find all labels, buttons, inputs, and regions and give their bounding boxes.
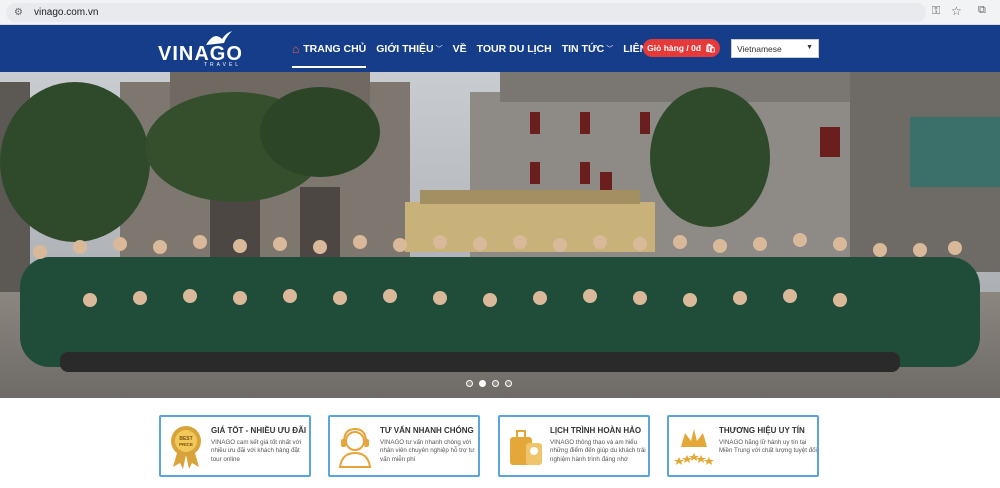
- crown-stars-icon: [674, 429, 714, 465]
- slider-dots: [466, 380, 512, 387]
- slider-dot-active[interactable]: [479, 380, 486, 387]
- features-row: BEST PRICE GIÁ TỐT - NHIỀU ƯU ĐÃI VINAGO…: [159, 415, 819, 477]
- hero-image: [0, 72, 1000, 398]
- feature-desc: VINAGO tư vấn nhanh chóng với nhân viên …: [380, 439, 475, 463]
- chevron-down-icon: ﹀: [606, 45, 614, 53]
- feature-desc: VINAGO cam kết giá tốt nhất với nhiều ưu…: [211, 439, 302, 463]
- feature-best-price: BEST PRICE GIÁ TỐT - NHIỀU ƯU ĐÃI VINAGO…: [159, 415, 311, 477]
- main-nav: ⌂ TRANG CHỦ GIỚI THIỆU ﹀ VỀ TOUR DU LỊCH…: [292, 25, 675, 72]
- home-icon: ⌂: [292, 41, 300, 56]
- hero-banner[interactable]: [0, 72, 1000, 398]
- tune-icon[interactable]: ⚙: [14, 7, 28, 18]
- feature-itinerary: LỊCH TRÌNH HOÀN HẢO VINAGO thông thạo và…: [498, 415, 650, 477]
- star-icon[interactable]: ☆: [951, 4, 962, 18]
- nav-label: TRANG CHỦ: [303, 42, 367, 55]
- cart-button[interactable]: Giỏ hàng / 0đ 🛍: [643, 39, 720, 57]
- nav-item-about[interactable]: GIỚI THIỆU ﹀: [376, 25, 442, 72]
- nav-label: TIN TỨC: [561, 42, 605, 55]
- shopping-bag-icon: 🛍: [705, 42, 716, 53]
- best-price-badge-icon: BEST PRICE: [171, 426, 201, 469]
- nav-item-ve[interactable]: VỀ: [453, 25, 467, 72]
- browser-toolbar: ⚙ vinago.com.vn ⚿ ☆ ⧉: [0, 0, 1000, 25]
- nav-label: GIỚI THIỆU: [376, 42, 434, 55]
- feature-reputation: THƯƠNG HIỆU UY TÍN VINAGO hãng lữ hành u…: [667, 415, 819, 477]
- svg-text:PRICE: PRICE: [179, 442, 193, 447]
- chevron-down-icon: ▼: [806, 44, 813, 51]
- language-select[interactable]: Vietnamese ▼: [731, 39, 819, 58]
- slider-dot[interactable]: [466, 380, 473, 387]
- slider-dot[interactable]: [505, 380, 512, 387]
- nav-item-tours[interactable]: TOUR DU LỊCH: [477, 25, 552, 72]
- feature-title: LỊCH TRÌNH HOÀN HẢO: [550, 426, 642, 435]
- feature-desc: VINAGO hãng lữ hành uy tín tại Miền Trun…: [719, 439, 817, 455]
- language-value: Vietnamese: [737, 43, 782, 54]
- feature-title: THƯƠNG HIỆU UY TÍN: [719, 426, 805, 435]
- luggage-icon: [510, 430, 542, 465]
- nav-item-news[interactable]: TIN TỨC ﹀: [562, 25, 614, 72]
- logo-subtext: TRAVEL: [204, 62, 242, 68]
- slider-dot[interactable]: [492, 380, 499, 387]
- nav-label: TOUR DU LỊCH: [476, 42, 552, 55]
- site-header: VINAGO TRAVEL ⌂ TRANG CHỦ GIỚI THIỆU ﹀ V…: [0, 25, 1000, 72]
- nav-item-home[interactable]: ⌂ TRANG CHỦ: [292, 25, 367, 72]
- nav-label: VỀ: [452, 42, 467, 55]
- chevron-down-icon: ﹀: [435, 45, 443, 53]
- cart-label: Giỏ hàng / 0đ: [647, 43, 702, 53]
- url-text[interactable]: vinago.com.vn: [34, 7, 98, 18]
- extension-icon[interactable]: ⧉: [978, 4, 986, 17]
- logo[interactable]: VINAGO TRAVEL: [158, 29, 258, 69]
- key-icon[interactable]: ⚿: [932, 5, 940, 18]
- support-agent-icon: [338, 427, 372, 468]
- feature-desc: VINAGO thông thạo và am hiểu những điểm …: [550, 439, 646, 463]
- feature-consulting: TƯ VẤN NHANH CHÓNG VINAGO tư vấn nhanh c…: [328, 415, 480, 477]
- feature-title: TƯ VẤN NHANH CHÓNG: [380, 426, 474, 435]
- address-bar[interactable]: ⚙ vinago.com.vn: [6, 3, 926, 22]
- feature-title: GIÁ TỐT - NHIỀU ƯU ĐÃI: [211, 426, 307, 435]
